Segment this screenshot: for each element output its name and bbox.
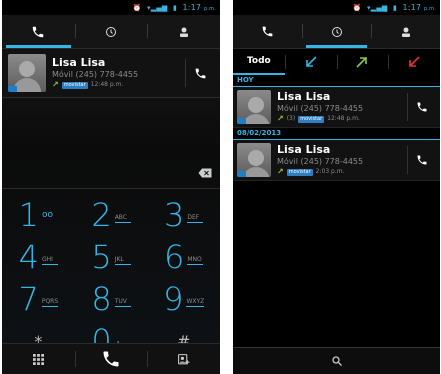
dialpad-toggle-button[interactable] (2, 344, 75, 374)
battery-icon: ▮ (392, 4, 398, 12)
call-time: 12:48 p.m. (327, 115, 360, 122)
call-back-button[interactable] (407, 93, 436, 121)
key-7[interactable]: 7 PQRS (2, 278, 75, 320)
contact-number: Móvil (245) 778-4455 (52, 70, 139, 79)
top-tabs (233, 15, 440, 49)
phone-icon (195, 68, 205, 78)
phone-icon (103, 351, 119, 367)
add-contact-button[interactable] (147, 344, 220, 374)
key-8[interactable]: 8 TUV (75, 278, 148, 320)
call-back-button[interactable] (407, 146, 436, 174)
tab-contacts[interactable] (371, 15, 440, 48)
sim-badge-icon (237, 171, 246, 177)
carrier-badge: movistar (286, 168, 313, 176)
call-log-entry[interactable]: Lisa Lisa Móvil (245) 778-4455 ↗ (3) mov… (233, 87, 440, 128)
dial-button[interactable] (74, 344, 148, 374)
avatar (237, 90, 271, 124)
person-icon (179, 27, 188, 37)
call-contact-button[interactable] (185, 59, 214, 87)
status-time: 1:17 p.m. (402, 3, 436, 12)
outgoing-call-icon (356, 57, 368, 68)
tab-contacts[interactable] (147, 15, 220, 48)
backspace-icon[interactable] (198, 168, 212, 178)
voicemail-icon: ᴏᴏ (42, 209, 54, 220)
call-log-entry[interactable]: Lisa Lisa Móvil (245) 778-4455 ↗ movista… (233, 140, 440, 181)
alarm-icon: ⏰ (132, 4, 142, 12)
battery-icon: ▮ (172, 4, 178, 12)
phone-icon (33, 26, 44, 37)
call-filter-tabs: Todo (233, 49, 440, 75)
tab-history[interactable] (302, 15, 371, 48)
wifi-signal-icon: ▾▂▄▆ (367, 4, 388, 12)
key-3[interactable]: 3 DEF (147, 194, 220, 236)
clock-icon (106, 26, 116, 37)
outgoing-call-icon: ↗ (277, 114, 284, 123)
person-icon (401, 27, 410, 37)
call-time: 12:48 p.m. (90, 81, 124, 88)
outgoing-call-icon: ↗ (277, 167, 284, 176)
call-time: 2:03 p.m. (315, 168, 345, 175)
key-9[interactable]: 9 WXYZ (147, 278, 220, 320)
call-meta: ↗ (3) movistar 12:48 p.m. (277, 114, 407, 124)
keypad: 1 ᴏᴏ 2 ABC 3 DEF 4 GHI 5 JKL 6 MNO 7 PQRS 8 TUV … (2, 194, 220, 362)
call-count: (3) (286, 115, 296, 122)
key-2[interactable]: 2 ABC (75, 194, 148, 236)
contact-number: Móvil (245) 778-4455 (277, 104, 364, 113)
status-time: 1:17 p.m. (182, 3, 216, 12)
status-bar: ⏰ ▾▂▄▆ ▮ 1:17 p.m. (233, 0, 440, 15)
add-contact-icon (178, 353, 190, 364)
clock-icon (331, 26, 342, 37)
missed-call-icon (409, 56, 420, 67)
top-tabs (2, 15, 220, 49)
tab-phone[interactable] (2, 15, 75, 48)
contact-name: Lisa Lisa (52, 56, 106, 69)
call-log-screen: ⏰ ▾▂▄▆ ▮ 1:17 p.m. Todo HOY Lisa Lisa Mó… (233, 0, 440, 374)
key-4[interactable]: 4 GHI (2, 236, 75, 278)
sim-badge-icon (237, 118, 246, 124)
contact-number: Móvil (245) 778-4455 (277, 157, 364, 166)
outgoing-call-icon: ↗ (52, 80, 59, 89)
carrier-badge: movistar (298, 115, 325, 123)
dialer-action-bar (2, 343, 220, 374)
avatar (8, 54, 46, 92)
search-icon (331, 356, 342, 366)
filter-outgoing[interactable] (336, 49, 389, 75)
alarm-icon: ⏰ (352, 4, 362, 12)
tab-history[interactable] (74, 15, 148, 48)
phone-icon (417, 155, 427, 165)
section-header: 08/02/2013 (233, 128, 440, 140)
call-meta: ↗ movistar 2:03 p.m. (277, 167, 407, 177)
filter-all[interactable]: Todo (233, 49, 285, 75)
dialpad-icon (32, 353, 44, 365)
key-1[interactable]: 1 ᴏᴏ (2, 194, 75, 236)
search-button[interactable] (233, 347, 440, 374)
carrier-badge: movistar (61, 81, 88, 89)
filter-missed[interactable] (388, 49, 440, 75)
incoming-call-icon (305, 56, 317, 67)
number-input[interactable] (2, 162, 220, 189)
key-6[interactable]: 6 MNO (147, 236, 220, 278)
avatar (237, 143, 271, 177)
tab-phone[interactable] (233, 15, 302, 48)
contact-name: Lisa Lisa (277, 143, 331, 156)
section-header: HOY (233, 75, 440, 87)
dialer-screen: ⏰ ▾▂▄▆ ▮ 1:17 p.m. Lisa Lisa Móvil (245)… (2, 0, 220, 374)
suggested-contact[interactable]: Lisa Lisa Móvil (245) 778-4455 ↗ movista… (2, 49, 220, 98)
phone-icon (417, 102, 427, 112)
status-bar: ⏰ ▾▂▄▆ ▮ 1:17 p.m. (2, 0, 220, 15)
key-5[interactable]: 5 JKL (75, 236, 148, 278)
wifi-signal-icon: ▾▂▄▆ (147, 4, 168, 12)
contact-name: Lisa Lisa (277, 90, 331, 103)
phone-icon (262, 26, 273, 37)
call-meta: ↗ movistar 12:48 p.m. (52, 80, 185, 90)
filter-incoming[interactable] (284, 49, 337, 75)
sim-badge-icon (8, 86, 17, 92)
